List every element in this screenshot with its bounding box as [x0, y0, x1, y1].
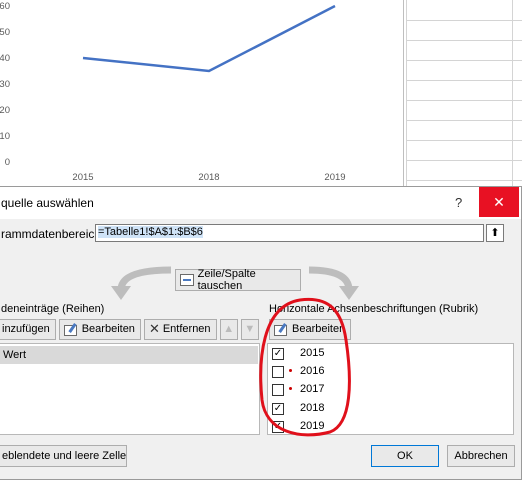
add-series-button[interactable]: inzufügen: [0, 318, 56, 340]
y-tick-label: 60: [0, 1, 10, 12]
grid-line: [406, 80, 522, 81]
y-tick-label: 30: [0, 79, 10, 90]
remove-series-label: Entfernen: [162, 323, 211, 335]
series-line[interactable]: [82, 4, 336, 73]
axis-labels-list[interactable]: ✓ 2015 2016 2017 ✓ 2018 ✓ 2019: [267, 343, 514, 435]
y-tick-label: 10: [0, 131, 10, 142]
chart-data-range-input[interactable]: =Tabelle1!$A$1:$B$6: [95, 224, 484, 242]
category-item[interactable]: ✓ 2019: [268, 418, 508, 436]
category-label: 2016: [300, 365, 325, 377]
remove-icon: ✕: [148, 321, 160, 336]
grid-line: [406, 140, 522, 141]
y-tick-label: 50: [0, 27, 10, 38]
category-item[interactable]: ✓ 2015: [268, 345, 508, 363]
edit-icon: [63, 323, 78, 336]
edit-axis-labels-label: Bearbeiten: [292, 323, 346, 335]
y-tick-label: 0: [5, 157, 10, 168]
y-tick-label: 20: [0, 105, 10, 116]
series-list-item[interactable]: Wert: [0, 346, 258, 364]
grid-line: [512, 0, 513, 186]
line-chart[interactable]: 60 50 40 30 20 10 0 2015 2018 2019: [0, 0, 404, 186]
category-label: 2017: [300, 383, 325, 395]
horizontal-axis-labels-label: Horizontale Achsenbeschriftungen (Rubrik…: [269, 303, 479, 315]
annotation-dot: [289, 387, 292, 390]
grid-line: [406, 0, 407, 186]
collapse-dialog-button[interactable]: ⬆: [486, 224, 504, 242]
close-button[interactable]: ✕: [479, 187, 519, 217]
category-checkbox[interactable]: [272, 384, 284, 396]
grid-line: [406, 20, 522, 21]
chart-plot: 60 50 40 30 20 10 0 2015 2018 2019: [0, 1, 346, 183]
category-label: 2015: [300, 347, 325, 359]
range-value: =Tabelle1!$A$1:$B$6: [98, 226, 203, 238]
category-label: 2019: [300, 420, 325, 432]
x-tick-label: 2018: [198, 172, 219, 183]
move-up-icon: ▲: [223, 323, 235, 335]
category-checkbox[interactable]: [272, 366, 284, 378]
move-up-button[interactable]: ▲: [219, 318, 238, 340]
grid-line: [406, 180, 522, 181]
remove-series-button[interactable]: ✕ Entfernen: [143, 318, 217, 340]
category-checkbox[interactable]: ✓: [272, 403, 284, 415]
grid-line: [406, 120, 522, 121]
annotation-dot: [289, 369, 292, 372]
legend-entries-toolbar: inzufügen Bearbeiten ✕ Entfernen ▲ ▼: [0, 317, 259, 341]
category-label: 2018: [300, 402, 325, 414]
upload-arrow-icon: ⬆: [490, 227, 500, 239]
switch-icon: [180, 274, 194, 286]
hidden-empty-cells-button[interactable]: eblendete und leere Zellen: [0, 445, 127, 467]
spreadsheet-background: 60 50 40 30 20 10 0 2015 2018 2019: [0, 0, 522, 186]
axis-labels-toolbar: Bearbeiten: [269, 317, 514, 341]
add-series-label: inzufügen: [2, 323, 50, 335]
help-button[interactable]: ?: [455, 195, 462, 210]
legend-entries-list[interactable]: Wert: [0, 343, 260, 435]
category-checkbox[interactable]: ✓: [272, 348, 284, 360]
grid-line: [406, 60, 522, 61]
switch-row-column-button[interactable]: Zeile/Spalte tauschen: [175, 268, 301, 292]
legend-entries-label: deneinträge (Reihen): [1, 303, 105, 315]
category-item[interactable]: 2016: [268, 363, 508, 381]
category-item[interactable]: 2017: [268, 381, 508, 399]
y-tick-label: 40: [0, 53, 10, 64]
grid-line: [406, 40, 522, 41]
select-data-source-dialog: quelle auswählen ? ✕ rammdatenbereich: =…: [0, 186, 522, 480]
grid-line: [406, 160, 522, 161]
cancel-button[interactable]: Abbrechen: [447, 445, 515, 467]
move-down-icon: ▼: [244, 323, 256, 335]
x-tick-label: 2019: [324, 172, 345, 183]
dialog-title: quelle auswählen: [1, 196, 94, 210]
grid-line: [406, 100, 522, 101]
category-item[interactable]: ✓ 2018: [268, 400, 508, 418]
edit-icon: [274, 323, 288, 336]
category-checkbox[interactable]: ✓: [272, 421, 284, 433]
edit-axis-labels-button[interactable]: Bearbeiten: [269, 318, 352, 340]
ok-button[interactable]: OK: [371, 445, 439, 467]
edit-series-button[interactable]: Bearbeiten: [58, 318, 141, 340]
edit-series-label: Bearbeiten: [81, 323, 135, 335]
chart-data-range-label: rammdatenbereich:: [1, 227, 105, 241]
switch-row-column-label: Zeile/Spalte tauschen: [197, 268, 256, 292]
x-tick-label: 2015: [72, 172, 93, 183]
move-down-button[interactable]: ▼: [240, 318, 259, 340]
dialog-title-bar[interactable]: quelle auswählen ? ✕: [0, 187, 521, 219]
